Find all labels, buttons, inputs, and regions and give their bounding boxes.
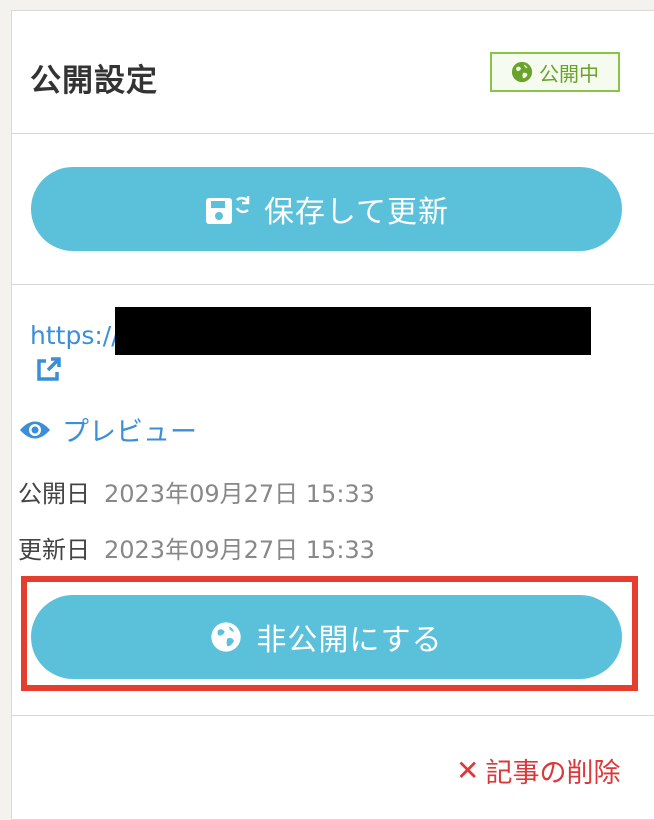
published-value: 2023年09月27日 15:33 <box>104 480 375 508</box>
status-badge-label: 公開中 <box>539 61 599 86</box>
unpublish-label: 非公開にする <box>256 623 443 658</box>
save-section: 保存して更新 <box>12 134 654 285</box>
external-link-icon[interactable] <box>33 355 63 385</box>
article-url-link[interactable]: https:// <box>30 321 120 350</box>
save-update-label: 保存して更新 <box>263 195 450 230</box>
updated-value: 2023年09月27日 15:33 <box>104 536 375 564</box>
preview-link[interactable]: プレビュー <box>18 410 197 449</box>
globe-icon <box>211 622 242 652</box>
unpublish-button[interactable]: 非公開にする <box>31 595 622 679</box>
globe-icon <box>511 61 533 83</box>
updated-label: 更新日 <box>18 536 90 564</box>
save-refresh-icon <box>205 196 250 224</box>
eye-icon <box>20 421 50 438</box>
close-icon: ✕ <box>456 754 480 787</box>
redacted-url <box>115 307 591 355</box>
panel-header: 公開設定 公開中 <box>12 11 654 134</box>
delete-article-link[interactable]: ✕ 記事の削除 <box>456 751 620 790</box>
panel-title: 公開設定 <box>30 63 158 99</box>
updated-date-row: 更新日 2023年09月27日 15:33 <box>18 530 375 565</box>
delete-label: 記事の削除 <box>485 758 621 789</box>
status-badge: 公開中 <box>490 52 620 92</box>
published-date-row: 公開日 2023年09月27日 15:33 <box>18 474 375 509</box>
save-update-button[interactable]: 保存して更新 <box>31 167 622 251</box>
preview-label: プレビュー <box>62 417 197 448</box>
published-label: 公開日 <box>18 480 90 508</box>
